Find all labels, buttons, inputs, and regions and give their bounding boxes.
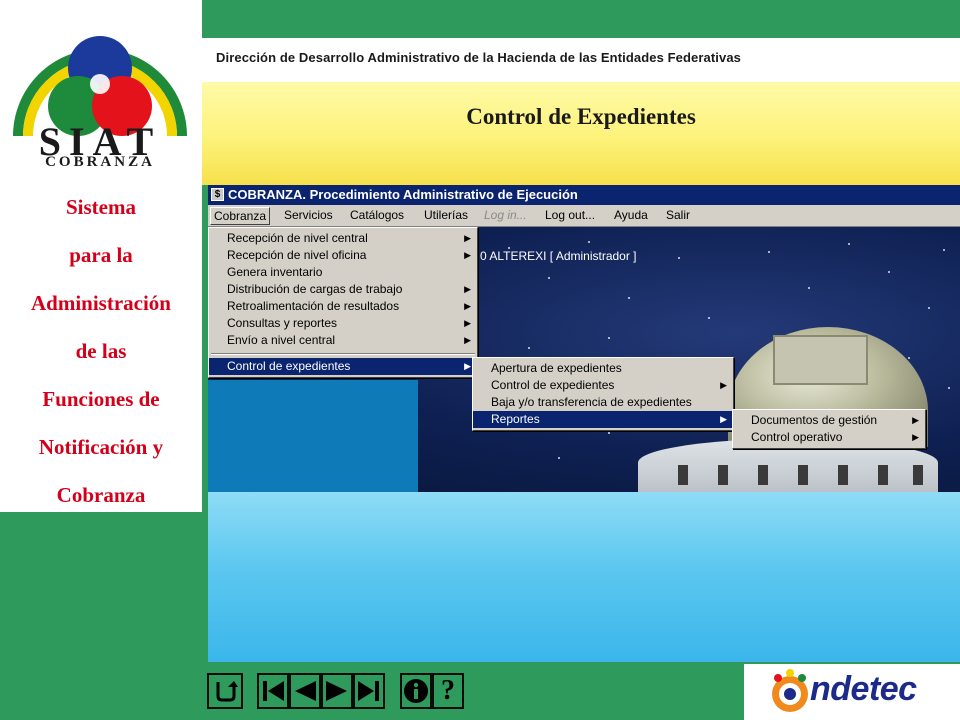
system-title-line: para la bbox=[69, 243, 133, 267]
cobranza-dropdown: Recepción de nivel central ▶ Recepción de… bbox=[208, 227, 478, 378]
submenu-arrow-icon: ▶ bbox=[464, 318, 471, 328]
menu-item-distribucion-cargas[interactable]: Distribución de cargas de trabajo ▶ bbox=[209, 281, 477, 298]
menu-item-documentos-gestion[interactable]: Documentos de gestión ▶ bbox=[733, 412, 925, 429]
last-slide-button[interactable] bbox=[353, 673, 385, 709]
submenu-arrow-icon: ▶ bbox=[464, 301, 471, 311]
logo-cobranza-text: COBRANZA bbox=[45, 154, 155, 170]
submenu-arrow-icon: ▶ bbox=[464, 335, 471, 345]
system-title-line: Notificación y bbox=[38, 435, 164, 459]
submenu-arrow-icon: ▶ bbox=[720, 380, 727, 390]
menu-item-retroalimentacion[interactable]: Retroalimentación de resultados ▶ bbox=[209, 298, 477, 315]
menu-item-control-expedientes[interactable]: Control de expedientes ▶ bbox=[209, 358, 477, 375]
next-slide-button[interactable] bbox=[321, 673, 353, 709]
title-band: Control de Expedientes bbox=[202, 82, 960, 185]
menu-item-genera-inventario[interactable]: Genera inventario bbox=[209, 264, 477, 281]
top-strip bbox=[202, 0, 960, 38]
content-area bbox=[208, 492, 960, 662]
indetec-text: ndetec bbox=[810, 670, 917, 708]
menu-item-envio-central[interactable]: Envío a nivel central ▶ bbox=[209, 332, 477, 349]
menu-log-out[interactable]: Log out... bbox=[545, 208, 595, 222]
menu-item-reportes[interactable]: Reportes ▶ bbox=[473, 411, 733, 428]
menu-salir[interactable]: Salir bbox=[666, 208, 690, 222]
system-title-line: Cobranza bbox=[56, 483, 146, 507]
header-text: Dirección de Desarrollo Administrativo d… bbox=[216, 50, 742, 65]
home-button[interactable] bbox=[207, 673, 243, 709]
submenu-arrow-icon: ▶ bbox=[464, 250, 471, 260]
next-icon bbox=[326, 681, 347, 701]
observatory-top bbox=[773, 335, 868, 385]
app-titlebar: $ COBRANZA. Procedimiento Administrativo… bbox=[208, 185, 960, 205]
system-title-line: Sistema bbox=[66, 195, 136, 219]
menu-item-control[interactable]: Control de expedientes ▶ bbox=[473, 377, 733, 394]
info-icon bbox=[404, 679, 428, 703]
submenu-arrow-icon: ▶ bbox=[912, 432, 919, 442]
app-screenshot: $ COBRANZA. Procedimiento Administrativo… bbox=[208, 185, 960, 492]
app-window-title: COBRANZA. Procedimiento Administrativo d… bbox=[228, 187, 578, 202]
submenu-arrow-icon: ▶ bbox=[720, 414, 727, 424]
reportes-submenu: Documentos de gestión ▶ Control operativo… bbox=[732, 409, 926, 449]
previous-icon bbox=[295, 681, 316, 701]
info-button[interactable] bbox=[400, 673, 432, 709]
first-icon bbox=[263, 681, 284, 701]
system-title-line: Funciones de bbox=[42, 387, 160, 411]
first-slide-button[interactable] bbox=[257, 673, 289, 709]
system-title: Sistema para la Administración de las Fu… bbox=[0, 192, 202, 528]
submenu-arrow-icon: ▶ bbox=[464, 284, 471, 294]
last-icon bbox=[358, 681, 379, 701]
menu-item-recepcion-oficina[interactable]: Recepción de nivel oficina ▶ bbox=[209, 247, 477, 264]
app-menubar: Cobranza Servicios Catálogos Utilerías L… bbox=[208, 205, 960, 227]
indetec-logo: ndetec bbox=[744, 664, 960, 720]
submenu-arrow-icon: ▶ bbox=[912, 415, 919, 425]
previous-slide-button[interactable] bbox=[289, 673, 321, 709]
menu-utilerias[interactable]: Utilerías bbox=[424, 208, 468, 222]
user-label: 0 ALTEREXI [ Administrador ] bbox=[480, 249, 637, 263]
menu-separator bbox=[211, 353, 475, 355]
submenu-arrow-icon: ▶ bbox=[464, 361, 471, 371]
header-bar: Dirección de Desarrollo Administrativo d… bbox=[202, 38, 960, 82]
system-title-line: de las bbox=[75, 339, 127, 363]
left-panel: SIAT COBRANZA Sistema para la Administra… bbox=[0, 0, 202, 512]
help-button[interactable]: ? bbox=[432, 673, 464, 709]
menu-item-apertura[interactable]: Apertura de expedientes bbox=[473, 360, 733, 377]
page-title: Control de Expedientes bbox=[466, 104, 696, 129]
menu-ayuda[interactable]: Ayuda bbox=[614, 208, 648, 222]
menu-item-baja-transferencia[interactable]: Baja y/o transferencia de expedientes bbox=[473, 394, 733, 411]
menu-cobranza[interactable]: Cobranza bbox=[210, 207, 271, 225]
system-title-line: Administración bbox=[30, 291, 171, 315]
menu-item-recepcion-central[interactable]: Recepción de nivel central ▶ bbox=[209, 230, 477, 247]
app-teal-panel bbox=[208, 380, 418, 492]
menu-catalogos[interactable]: Catálogos bbox=[350, 208, 404, 222]
return-arrow-icon bbox=[216, 681, 238, 702]
control-expedientes-submenu: Apertura de expedientes Control de exped… bbox=[472, 357, 734, 431]
menu-servicios[interactable]: Servicios bbox=[284, 208, 333, 222]
indetec-mark-icon bbox=[772, 669, 808, 712]
help-icon: ? bbox=[441, 675, 455, 706]
menu-log-in[interactable]: Log in... bbox=[484, 208, 527, 222]
submenu-arrow-icon: ▶ bbox=[464, 233, 471, 243]
app-dollar-icon: $ bbox=[211, 188, 224, 201]
menu-item-control-operativo[interactable]: Control operativo ▶ bbox=[733, 429, 925, 446]
menu-item-consultas-reportes[interactable]: Consultas y reportes ▶ bbox=[209, 315, 477, 332]
